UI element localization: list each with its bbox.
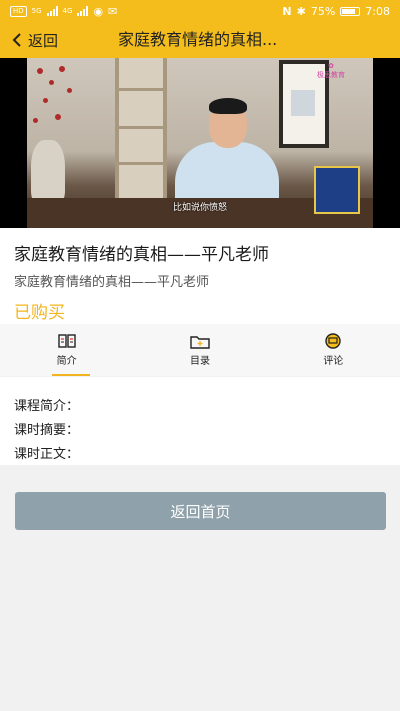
intro-label: 课程简介：: [14, 399, 80, 414]
video-logo: ✿ 极思教育: [317, 62, 345, 79]
tab-catalog-label: 目录: [189, 356, 210, 367]
eye-icon: ◉: [93, 4, 104, 18]
tab-catalog[interactable]: 目录: [133, 324, 266, 376]
battery-icon: [340, 6, 361, 16]
bluetooth-icon: ✱: [296, 4, 306, 18]
hd-indicator: HD: [10, 5, 27, 17]
course-info: 家庭教育情绪的真相——平凡老师 家庭教育情绪的真相——平凡老师 已购买: [0, 228, 400, 324]
book-icon: [57, 333, 76, 349]
bookshelf: [115, 58, 167, 198]
nav-bar: 返回 家庭教育情绪的真相...: [0, 22, 400, 58]
purchase-status: 已购买: [14, 303, 65, 323]
presenter-hair: [209, 98, 247, 114]
course-title: 家庭教育情绪的真相——平凡老师: [14, 245, 269, 265]
nfc-icon: N: [282, 4, 292, 18]
signal-icon: [46, 6, 58, 16]
video-subtitle: 比如说你愤怒: [172, 203, 227, 213]
folder-icon: [190, 333, 210, 349]
comment-icon: [324, 333, 342, 349]
tab-comments[interactable]: 评论: [267, 324, 400, 376]
page-title: 家庭教育情绪的真相...: [118, 30, 278, 49]
clock: 7:08: [365, 4, 390, 18]
tab-intro-label: 简介: [56, 356, 77, 367]
network-4g-label: 4G: [62, 7, 73, 15]
course-details: 课程简介： 课时摘要： 课时正文：: [0, 377, 400, 465]
wechat-icon: ✉: [108, 4, 118, 18]
network-5g-label: 5G: [31, 7, 42, 15]
tab-comments-label: 评论: [323, 356, 344, 367]
vase: [31, 140, 65, 204]
body-label: 课时正文：: [14, 447, 80, 462]
signal-icon-2: [77, 6, 89, 16]
video-frame[interactable]: ✿ 极思教育 比如说你愤怒: [27, 58, 373, 228]
back-home-button[interactable]: 返回首页: [15, 492, 386, 530]
chevron-left-icon: [12, 33, 21, 47]
course-subtitle: 家庭教育情绪的真相——平凡老师: [14, 275, 210, 290]
battery-percent: 75%: [310, 4, 336, 18]
tab-intro[interactable]: 简介: [0, 324, 133, 376]
status-bar: HD 5G 4G ◉ ✉ N ✱ 75% 7:08: [0, 0, 400, 22]
video-player[interactable]: ✿ 极思教育 比如说你愤怒: [0, 58, 400, 228]
back-label: 返回: [28, 31, 59, 50]
back-button[interactable]: 返回: [0, 30, 58, 51]
tab-bar: 简介 目录 评论: [0, 324, 400, 376]
summary-label: 课时摘要：: [14, 423, 80, 438]
